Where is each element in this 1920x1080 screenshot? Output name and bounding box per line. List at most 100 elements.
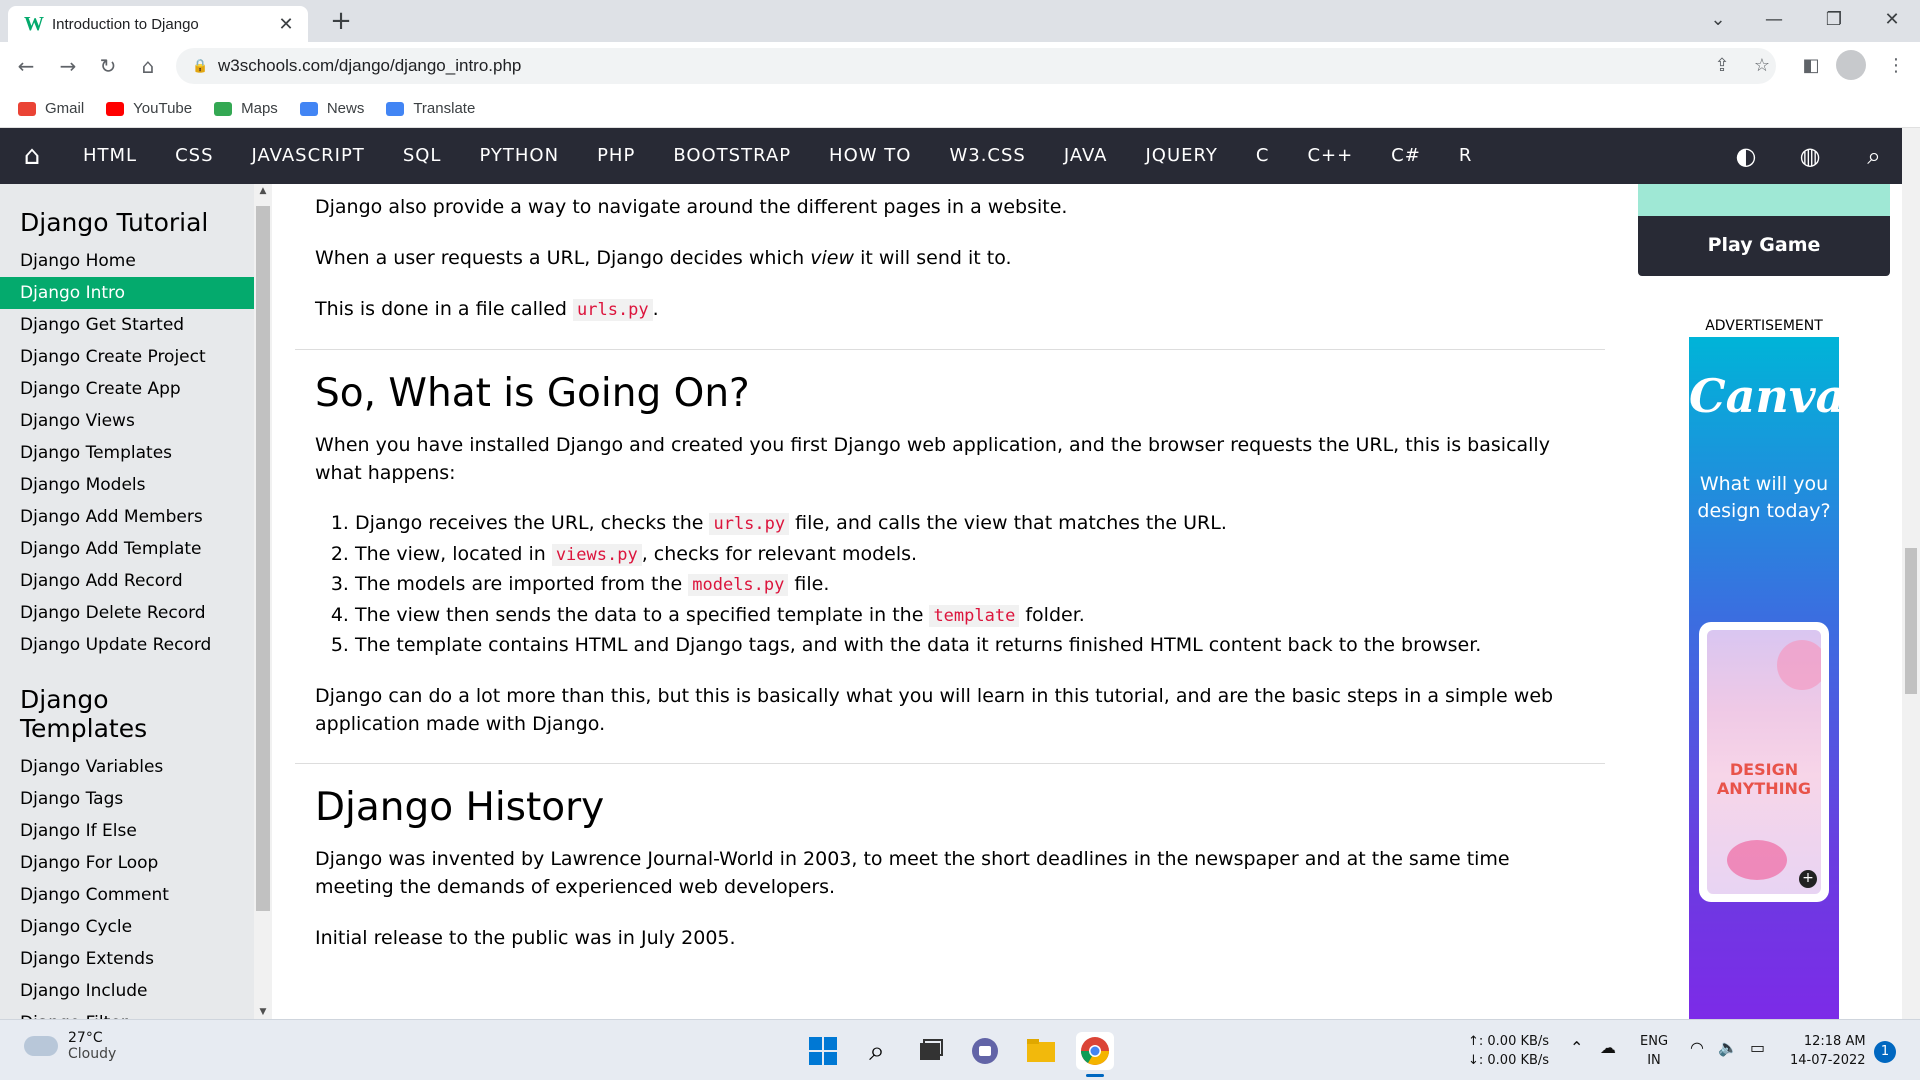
back-arrow-icon[interactable]: ← <box>10 50 42 82</box>
new-tab-button[interactable]: + <box>326 6 356 36</box>
nav-javascript[interactable]: JAVASCRIPT <box>233 128 384 184</box>
play-game-button[interactable]: Play Game <box>1638 216 1890 276</box>
list-item: The template contains HTML and Django ta… <box>355 631 1605 661</box>
globe-icon[interactable]: ◍ <box>1778 128 1842 184</box>
sidebar-item[interactable]: Django Cycle <box>0 911 254 943</box>
task-view-icon[interactable] <box>912 1032 950 1070</box>
nav-jquery[interactable]: JQUERY <box>1126 128 1236 184</box>
notification-badge[interactable]: 1 <box>1874 1041 1896 1063</box>
restore-button[interactable]: ❐ <box>1806 0 1862 42</box>
sidebar-scrollbar[interactable]: ▲ ▼ <box>254 184 272 1019</box>
profile-avatar[interactable] <box>1836 50 1866 80</box>
w3-top-navigation: ⌂ HTML CSS JAVASCRIPT SQL PYTHON PHP BOO… <box>0 128 1906 184</box>
w3schools-favicon-icon: W <box>24 12 44 35</box>
sidebar-item[interactable]: Django Update Record <box>0 629 254 661</box>
side-panel-icon[interactable]: ◧ <box>1795 50 1827 82</box>
battery-icon[interactable]: ▭ <box>1750 1038 1765 1057</box>
sidebar-item[interactable]: Django Comment <box>0 879 254 911</box>
home-icon[interactable]: ⌂ <box>0 141 64 171</box>
phone-mockup: DESIGN ANYTHING + <box>1699 622 1829 902</box>
nav-csharp[interactable]: C# <box>1372 128 1440 184</box>
bookmark-star-icon[interactable]: ☆ <box>1746 50 1778 82</box>
address-bar[interactable]: 🔒 w3schools.com/django/django_intro.php <box>176 48 1776 84</box>
language-indicator[interactable]: ENG IN <box>1640 1032 1668 1070</box>
search-icon[interactable]: ⌕ <box>1842 128 1906 184</box>
nav-bootstrap[interactable]: BOOTSTRAP <box>654 128 810 184</box>
tab-close-icon[interactable]: ✕ <box>276 14 296 35</box>
plus-icon: + <box>1799 870 1817 888</box>
canva-advertisement[interactable]: Canva What will you design today? DESIGN… <box>1689 337 1845 1019</box>
teams-chat-icon[interactable] <box>966 1032 1004 1070</box>
weather-widget[interactable]: 27°C Cloudy <box>24 1030 116 1062</box>
bookmark-translate[interactable]: Translate <box>386 100 475 117</box>
nav-python[interactable]: PYTHON <box>460 128 578 184</box>
nav-r[interactable]: R <box>1440 128 1492 184</box>
reload-icon[interactable]: ↻ <box>92 50 124 82</box>
lock-icon[interactable]: 🔒 <box>192 59 218 74</box>
page-scroll-thumb[interactable] <box>1905 548 1917 694</box>
tab-search-chevron-down-icon[interactable]: ⌄ <box>1690 0 1746 42</box>
windows-start-icon[interactable] <box>804 1032 842 1070</box>
sidebar-item[interactable]: Django Add Record <box>0 565 254 597</box>
window-close-button[interactable]: ✕ <box>1864 0 1920 42</box>
sidebar-item[interactable]: Django Views <box>0 405 254 437</box>
bookmark-gmail[interactable]: Gmail <box>18 100 84 117</box>
file-explorer-icon[interactable] <box>1022 1032 1060 1070</box>
scroll-down-arrow-icon[interactable]: ▼ <box>254 1007 272 1017</box>
nav-w3css[interactable]: W3.CSS <box>930 128 1044 184</box>
share-icon[interactable]: ⇪ <box>1706 50 1738 82</box>
sidebar-item[interactable]: Django Add Template <box>0 533 254 565</box>
browser-tab[interactable]: W Introduction to Django ✕ <box>8 6 308 42</box>
sidebar-item[interactable]: Django Add Members <box>0 501 254 533</box>
chrome-icon[interactable] <box>1076 1032 1114 1070</box>
sidebar-item[interactable]: Django Extends <box>0 943 254 975</box>
sidebar-item[interactable]: Django Include <box>0 975 254 1007</box>
bookmark-news[interactable]: News <box>299 100 364 117</box>
nav-php[interactable]: PHP <box>578 128 654 184</box>
home-icon[interactable]: ⌂ <box>132 50 164 82</box>
ad-screen-text: DESIGN ANYTHING <box>1716 760 1812 798</box>
wifi-icon[interactable]: ◠ <box>1690 1038 1704 1057</box>
sidebar-item[interactable]: Django Models <box>0 469 254 501</box>
paragraph: Django was invented by Lawrence Journal-… <box>315 847 1510 898</box>
weather-condition: Cloudy <box>68 1046 117 1062</box>
sidebar-item[interactable]: Django Tags <box>0 783 254 815</box>
bookmark-youtube[interactable]: YouTube <box>106 100 192 117</box>
clock[interactable]: 12:18 AM 14-07-2022 <box>1790 1032 1866 1070</box>
sidebar-item[interactable]: Django Variables <box>0 751 254 783</box>
sidebar-item[interactable]: Django Filter <box>0 1007 254 1019</box>
nav-sql[interactable]: SQL <box>384 128 461 184</box>
sidebar-item[interactable]: Django Home <box>0 245 254 277</box>
scroll-up-arrow-icon[interactable]: ▲ <box>254 186 272 196</box>
nav-css[interactable]: CSS <box>156 128 232 184</box>
sidebar-item[interactable]: Django Create Project <box>0 341 254 373</box>
main-content: Django also provide a way to navigate ar… <box>295 184 1605 1019</box>
sidebar-item-active[interactable]: Django Intro <box>0 277 254 309</box>
nav-html[interactable]: HTML <box>64 128 156 184</box>
advertisement-label: ADVERTISEMENT <box>1705 318 1823 334</box>
nav-java[interactable]: JAVA <box>1045 128 1127 184</box>
show-hidden-icons-chevron-icon[interactable]: ⌃ <box>1570 1038 1583 1057</box>
sidebar-item[interactable]: Django Templates <box>0 437 254 469</box>
url-text[interactable]: w3schools.com/django/django_intro.php <box>218 56 521 76</box>
bookmark-maps[interactable]: Maps <box>214 100 278 117</box>
divider <box>295 349 1605 350</box>
minimize-button[interactable]: — <box>1746 0 1802 42</box>
onedrive-cloud-icon[interactable]: ☁ <box>1600 1038 1616 1057</box>
sidebar-scroll-thumb[interactable] <box>256 206 270 911</box>
sidebar-item[interactable]: Django Create App <box>0 373 254 405</box>
nav-c[interactable]: C <box>1237 128 1289 184</box>
forward-arrow-icon[interactable]: → <box>52 50 84 82</box>
dark-mode-toggle-icon[interactable]: ◐ <box>1714 128 1778 184</box>
search-icon[interactable]: ⌕ <box>858 1032 896 1070</box>
sidebar-item[interactable]: Django Get Started <box>0 309 254 341</box>
volume-icon[interactable]: 🔈 <box>1718 1038 1738 1057</box>
sidebar-item[interactable]: Django For Loop <box>0 847 254 879</box>
sidebar-item[interactable]: Django Delete Record <box>0 597 254 629</box>
gmail-icon <box>18 101 36 116</box>
sidebar-item[interactable]: Django If Else <box>0 815 254 847</box>
nav-cpp[interactable]: C++ <box>1288 128 1372 184</box>
page-scrollbar[interactable] <box>1902 128 1920 1019</box>
nav-how-to[interactable]: HOW TO <box>810 128 930 184</box>
menu-kebab-icon[interactable]: ⋮ <box>1880 50 1912 82</box>
